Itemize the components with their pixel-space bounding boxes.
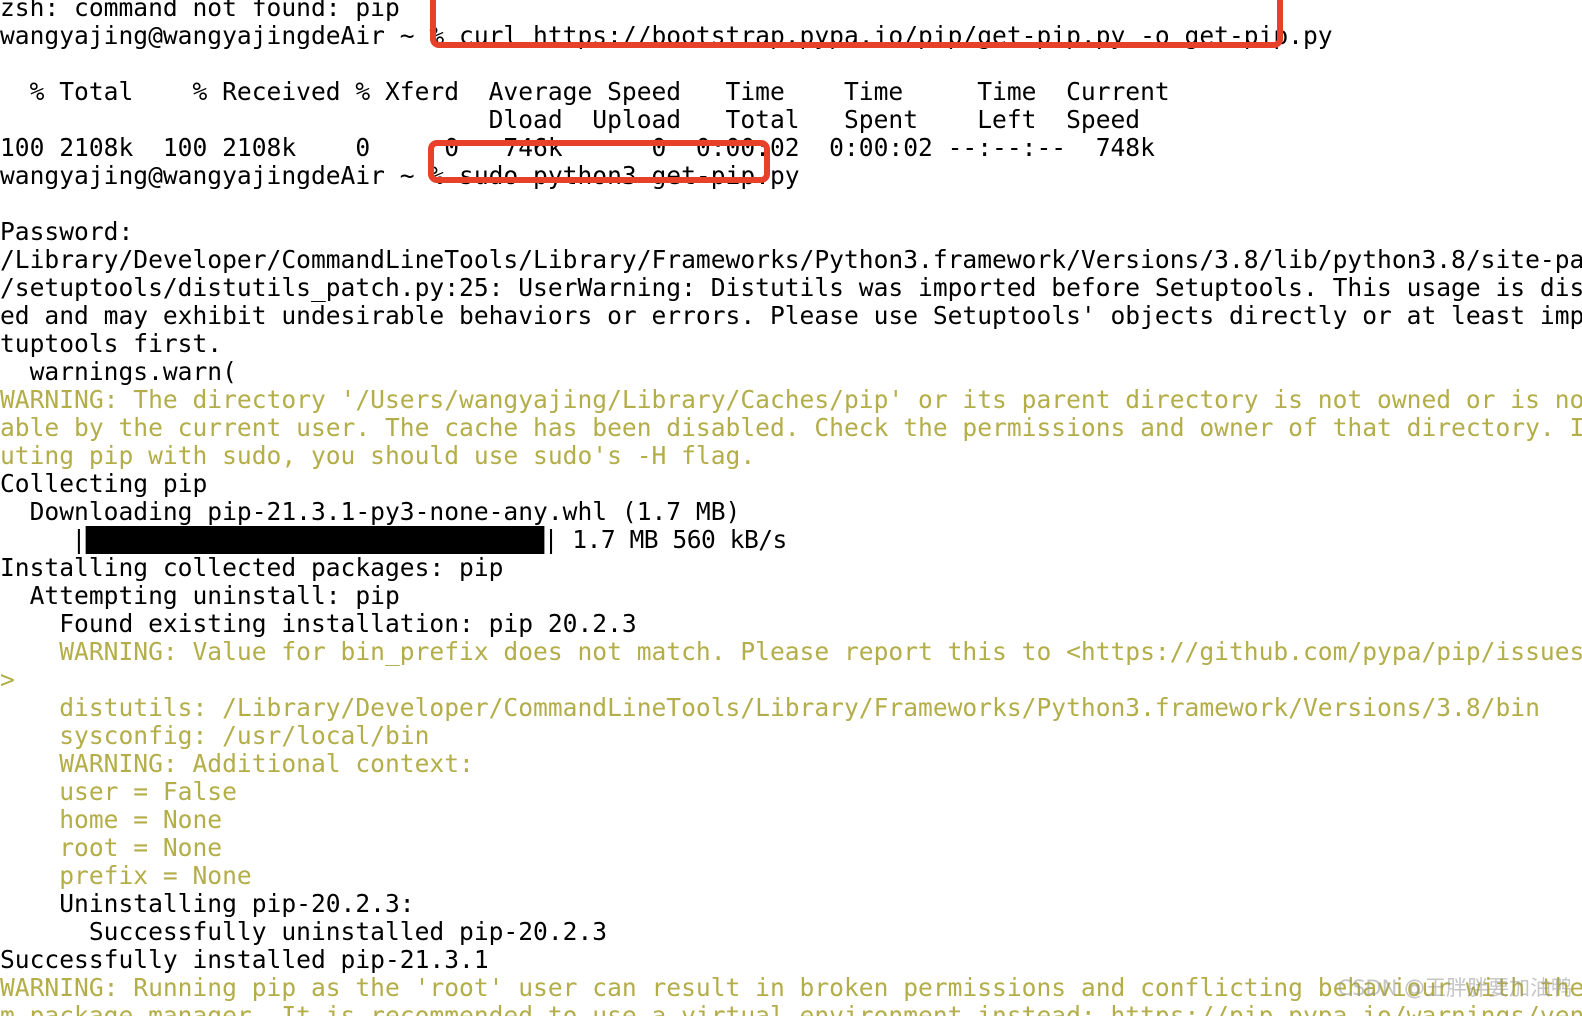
terminal-line: uting pip with sudo, you should use sudo… bbox=[0, 442, 756, 470]
terminal-line: Installing collected packages: pip bbox=[0, 554, 504, 582]
terminal-window[interactable]: zsh: command not found: pip wangyajing@wa… bbox=[0, 0, 1582, 1016]
terminal-line: prefix = None bbox=[0, 862, 252, 890]
terminal-line: home = None bbox=[0, 806, 223, 834]
terminal-line: 100 2108k 100 2108k 0 0 746k 0 0:00:02 0… bbox=[0, 134, 1155, 162]
terminal-line: WARNING: The directory '/Users/wangyajin… bbox=[0, 386, 1582, 414]
terminal-line: Password: bbox=[0, 218, 134, 246]
terminal-line: ed and may exhibit undesirable behaviors… bbox=[0, 302, 1582, 330]
terminal-line: sysconfig: /usr/local/bin bbox=[0, 722, 430, 750]
terminal-line: Collecting pip bbox=[0, 470, 208, 498]
terminal-line: wangyajing@wangyajingdeAir ~ % curl http… bbox=[0, 22, 1333, 50]
terminal-output[interactable]: zsh: command not found: pip wangyajing@wa… bbox=[0, 0, 1582, 1016]
terminal-line: Successfully installed pip-21.3.1 bbox=[0, 946, 489, 974]
terminal-line: WARNING: Value for bin_prefix does not m… bbox=[0, 638, 1582, 666]
terminal-line: % Total % Received % Xferd Average Speed… bbox=[0, 78, 1170, 106]
terminal-line: Attempting uninstall: pip bbox=[0, 582, 400, 610]
terminal-line: /setuptools/distutils_patch.py:25: UserW… bbox=[0, 274, 1582, 302]
terminal-line: Found existing installation: pip 20.2.3 bbox=[0, 610, 637, 638]
terminal-line: Successfully uninstalled pip-20.2.3 bbox=[0, 918, 608, 946]
terminal-line: zsh: command not found: pip bbox=[0, 0, 400, 22]
terminal-line: WARNING: Additional context: bbox=[0, 750, 474, 778]
terminal-line: Uninstalling pip-20.2.3: bbox=[0, 890, 415, 918]
terminal-line: m package manager. It is recommended to … bbox=[0, 1002, 1582, 1016]
terminal-line: Downloading pip-21.3.1-py3-none-any.whl … bbox=[0, 498, 741, 526]
terminal-line: wangyajing@wangyajingdeAir ~ % sudo pyth… bbox=[0, 162, 800, 190]
terminal-line: distutils: /Library/Developer/CommandLin… bbox=[0, 694, 1540, 722]
terminal-line: warnings.warn( bbox=[0, 358, 237, 386]
terminal-line: Dload Upload Total Spent Left Speed bbox=[0, 106, 1141, 134]
terminal-line: user = False bbox=[0, 778, 237, 806]
terminal-line: able by the current user. The cache has … bbox=[0, 414, 1582, 442]
terminal-line: |████████████████████████████████| 1.7 M… bbox=[0, 526, 788, 554]
terminal-line: WARNING: Running pip as the 'root' user … bbox=[0, 974, 1582, 1002]
terminal-line: > bbox=[0, 666, 15, 694]
terminal-line: tuptools first. bbox=[0, 330, 223, 358]
terminal-line: root = None bbox=[0, 834, 223, 862]
terminal-line: /Library/Developer/CommandLineTools/Libr… bbox=[0, 246, 1582, 274]
